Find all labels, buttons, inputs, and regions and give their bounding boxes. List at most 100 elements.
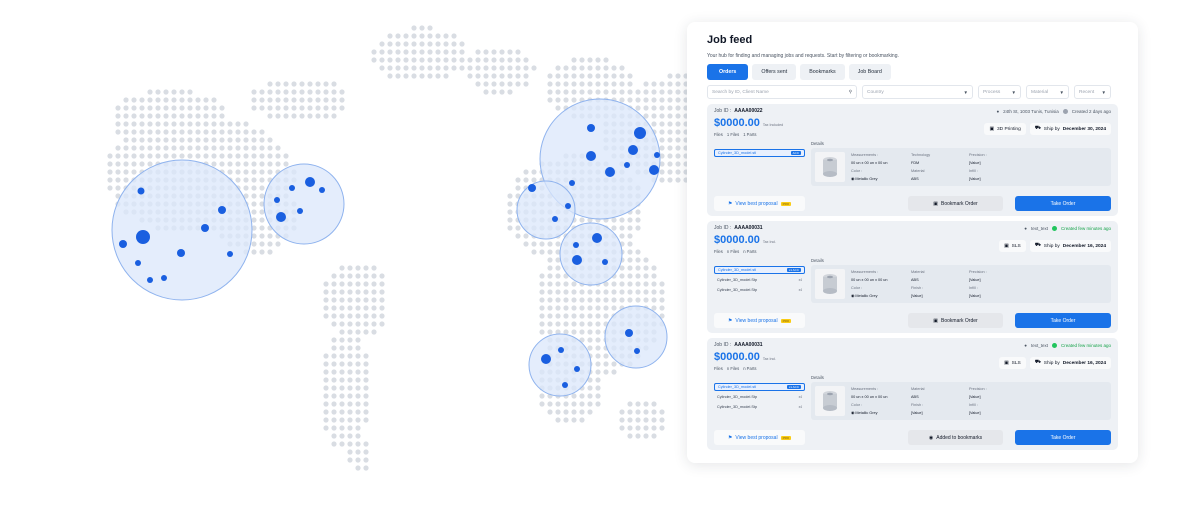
file-item[interactable]: Cylinder_3D_model.Stp x4: [714, 393, 805, 401]
map-dot: [571, 401, 577, 407]
file-item[interactable]: Cylinder_3D_model.stl x1 ACC: [714, 266, 805, 274]
tab-bookmarks[interactable]: Bookmarks: [800, 64, 845, 80]
map-dot: [659, 105, 665, 111]
country-select[interactable]: Country ▼: [862, 85, 973, 99]
take-order-button[interactable]: Take Order: [1015, 196, 1111, 211]
map-dot: [187, 145, 193, 151]
map-dot: [587, 321, 593, 327]
map-dot: [555, 73, 561, 79]
map-dot: [507, 201, 513, 207]
job-card[interactable]: Job ID : AAAA00022 ● 24th St, 1003 Tunis…: [707, 104, 1118, 216]
map-dot: [363, 401, 369, 407]
color-label: Color :: [851, 286, 863, 290]
map-dot: [483, 73, 489, 79]
map-dot: [435, 73, 441, 79]
map-dot: [195, 97, 201, 103]
map-dot: [635, 417, 641, 423]
map-dot: [523, 177, 529, 183]
map-dot: [675, 105, 681, 111]
tab-orders[interactable]: Orders: [707, 64, 749, 80]
infill-value: [Value]: [969, 177, 981, 181]
price-value: $0000.00: [714, 117, 760, 129]
map-dot: [411, 73, 417, 79]
map-dot: [427, 57, 433, 63]
map-dot: [283, 161, 289, 167]
file-badge: x4: [798, 395, 802, 399]
bookmark-icon: ▣: [933, 317, 939, 324]
map-dot: [259, 169, 265, 175]
file-badge: x4: [798, 288, 802, 292]
take-order-button[interactable]: Take Order: [1015, 313, 1111, 328]
bookmark-order-button[interactable]: ◉ Added to bookmarks: [908, 430, 1003, 445]
tab-job-board[interactable]: Job Board: [848, 64, 891, 80]
map-dot: [603, 305, 609, 311]
view-best-proposal-button[interactable]: ⚑ View best proposal PRO: [714, 196, 805, 211]
bookmark-order-button[interactable]: ▣ Bookmark Order: [908, 313, 1003, 328]
map-dot: [403, 41, 409, 47]
file-item[interactable]: Cylinder_3D_model.stl ACC: [714, 149, 805, 157]
map-dot: [267, 161, 273, 167]
map-dot: [571, 73, 577, 79]
material-select[interactable]: Material ▼: [1026, 85, 1069, 99]
map-dot: [107, 185, 113, 191]
map-dot: [251, 177, 257, 183]
map-dot: [347, 321, 353, 327]
map-dot: [459, 57, 465, 63]
map-dot: [627, 401, 633, 407]
job-card[interactable]: Job ID : AAAA00031 ● text_text Created f…: [707, 338, 1118, 450]
map-dot: [571, 97, 577, 103]
map-dot: [363, 449, 369, 455]
job-card[interactable]: Job ID : AAAA00031 ● text_text Created f…: [707, 221, 1118, 333]
map-dot: [571, 313, 577, 319]
tab-offers-sent[interactable]: Offers sent: [752, 64, 797, 80]
map-dot: [115, 121, 121, 127]
precision-label: Precision :: [969, 153, 987, 157]
file-item[interactable]: Cylinder_3D_model.Stp x4: [714, 286, 805, 294]
status-dot-icon: [1051, 226, 1057, 231]
map-dot: [579, 321, 585, 327]
map-dot: [371, 313, 377, 319]
map-dot: [395, 33, 401, 39]
map-dot: [611, 89, 617, 95]
map-dot: [339, 377, 345, 383]
map-dot: [267, 105, 273, 111]
map-dot: [571, 297, 577, 303]
map-dot: [323, 393, 329, 399]
map-dot: [595, 361, 601, 367]
map-dot: [491, 49, 497, 55]
map-dot: [579, 57, 585, 63]
file-item[interactable]: Cylinder_3D_model.stl x1 ACC: [714, 383, 805, 391]
process-chip-label: SLS: [1011, 360, 1021, 366]
search-input[interactable]: Search by ID, Client Name ⚲: [707, 85, 857, 99]
map-dot: [555, 81, 561, 87]
view-best-proposal-button[interactable]: ⚑ View best proposal PRO: [714, 430, 805, 445]
map-dot: [651, 433, 657, 439]
map-dot: [555, 297, 561, 303]
ship-label: Ship by: [1043, 126, 1060, 132]
take-order-button[interactable]: Take Order: [1015, 430, 1111, 445]
recent-select[interactable]: Recent ▼: [1074, 85, 1111, 99]
map-dot: [651, 297, 657, 303]
map-dot: [651, 89, 657, 95]
map-dot: [523, 65, 529, 71]
map-dot: [675, 145, 681, 151]
map-dot: [571, 89, 577, 95]
map-dot: [355, 289, 361, 295]
map-dot: [363, 353, 369, 359]
location-icon: ●: [1024, 226, 1027, 231]
map-dot: [331, 385, 337, 391]
file-item[interactable]: Cylinder_3D_model.Stp x4: [714, 403, 805, 411]
map-dot: [379, 49, 385, 55]
bookmark-order-button[interactable]: ▣ Bookmark Order: [908, 196, 1003, 211]
map-dot: [675, 113, 681, 119]
map-dot: [307, 89, 313, 95]
detail-label: Finish :: [911, 403, 924, 407]
file-item[interactable]: Cylinder_3D_model.Stp x4: [714, 276, 805, 284]
map-dot: [155, 89, 161, 95]
details-panel: Measurements : 00 un x 00 un x 00 un Col…: [811, 148, 1111, 186]
details-label: Details: [811, 258, 824, 263]
map-dot: [147, 129, 153, 135]
view-best-proposal-button[interactable]: ⚑ View best proposal PRO: [714, 313, 805, 328]
file-badge: x1 ACC: [786, 385, 801, 389]
process-select[interactable]: Process ▼: [978, 85, 1021, 99]
